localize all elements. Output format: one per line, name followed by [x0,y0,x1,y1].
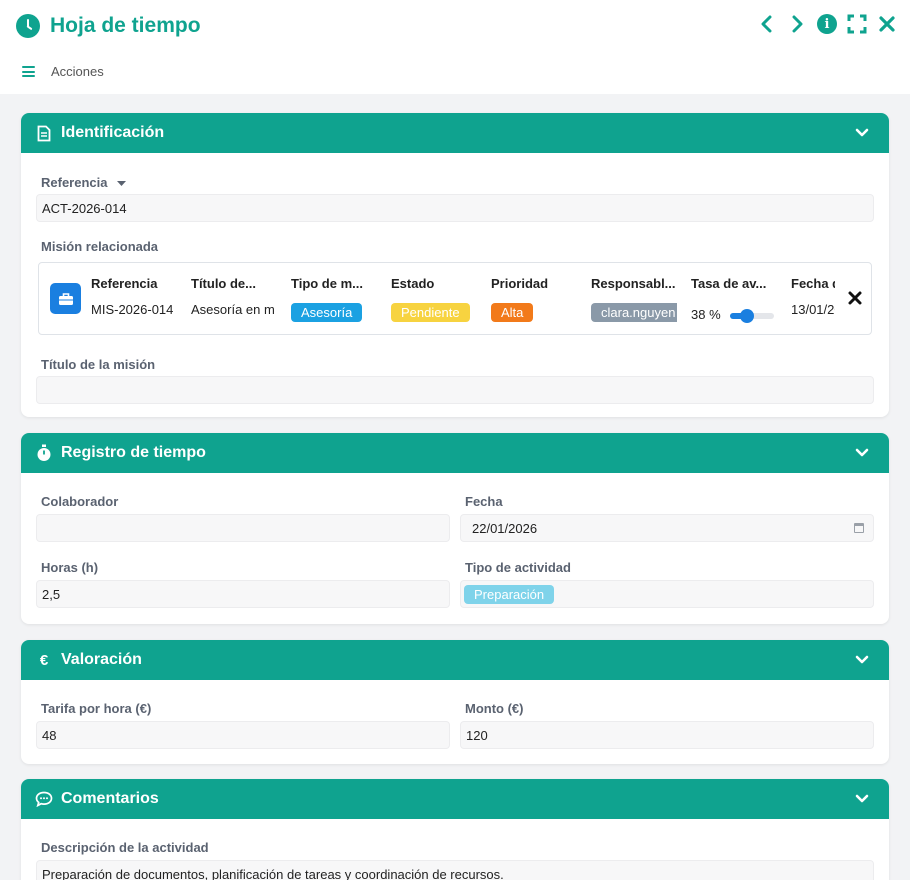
info-icon: i [817,14,837,34]
top-bar: Hoja de tiempo i Acciones [0,0,910,94]
mision-col-fecha: Fecha de inicio 13/01/2026 [791,276,835,317]
prioridad-badge: Alta [491,303,534,322]
colaborador-field[interactable] [36,514,450,542]
section-valoracion: € Valoración Tarifa por hora (€) 48 Mont… [21,640,889,764]
calendar-icon[interactable] [854,523,864,533]
section-title: Registro de tiempo [61,444,206,461]
comment-icon [35,790,53,808]
section-registro: Registro de tiempo Colaborador Fecha 22/… [21,433,889,624]
mision-relacionada-card[interactable]: Referencia MIS-2026-014 Título de... Ase… [38,262,872,335]
section-title: Valoración [61,651,142,668]
chevron-left-icon[interactable] [756,13,778,35]
descripcion-field[interactable]: Preparación de documentos, planificación… [36,860,874,880]
section-header-identificacion[interactable]: Identificación [21,113,889,153]
avance-value: 38 % [691,307,721,322]
document-icon [35,124,53,142]
referencia-label[interactable]: Referencia [41,175,127,190]
chevron-right-icon[interactable] [786,13,808,35]
section-identificacion: Identificación Referencia ACT-2026-014 M… [21,113,889,417]
horas-field[interactable]: 2,5 [36,580,450,608]
tipo-badge: Asesoría [291,303,363,322]
fecha-label: Fecha [465,494,503,509]
mision-col-responsable: Responsabl... clara.nguyen [591,263,677,334]
horas-label: Horas (h) [41,560,99,575]
page-title: Hoja de tiempo [50,14,201,37]
section-header-comentarios[interactable]: Comentarios [21,779,889,819]
estado-badge: Pendiente [391,303,470,322]
mision-col-prioridad: Prioridad Alta [491,276,549,322]
descripcion-label: Descripción de la actividad [41,840,209,855]
menu-icon [22,66,35,77]
briefcase-icon [50,283,81,314]
expand-icon[interactable] [846,13,868,35]
section-title: Comentarios [61,790,159,807]
mision-col-titulo: Título de... Asesoría en m [191,276,275,317]
titulo-mision-field[interactable] [36,376,874,404]
tipo-actividad-label: Tipo de actividad [465,560,571,575]
clock-icon [16,14,40,38]
mision-col-avance: Tasa de av... 38 % [691,263,777,334]
mision-col-estado: Estado Pendiente [391,263,477,334]
actions-menu[interactable]: Acciones [22,64,104,79]
mision-col-tipo: Tipo de m... Asesoría [291,276,363,322]
stopwatch-icon [35,444,53,462]
tipo-actividad-field[interactable]: Preparación [460,580,874,608]
tipo-actividad-badge: Preparación [464,584,555,604]
euro-icon: € [39,651,49,669]
titulo-mision-label: Título de la misión [41,357,156,372]
chevron-down-icon[interactable] [855,126,869,140]
section-header-registro[interactable]: Registro de tiempo [21,433,889,473]
avance-slider[interactable] [730,308,775,323]
fecha-field[interactable]: 22/01/2026 [460,514,874,542]
chevron-down-icon[interactable] [855,446,869,460]
responsable-badge: clara.nguyen [591,303,677,322]
actions-label: Acciones [51,64,104,79]
section-header-valoracion[interactable]: € Valoración [21,640,889,680]
window-controls: i [756,13,898,35]
monto-field[interactable]: 120 [460,721,874,749]
caret-down-icon [117,180,127,186]
monto-label: Monto (€) [465,701,524,716]
remove-mision-icon[interactable] [847,290,863,306]
mision-label: Misión relacionada [41,239,159,254]
tarifa-label: Tarifa por hora (€) [41,701,152,716]
tarifa-field[interactable]: 48 [36,721,450,749]
chevron-down-icon[interactable] [855,792,869,806]
chevron-down-icon[interactable] [855,653,869,667]
mision-col-referencia: Referencia MIS-2026-014 [91,276,174,317]
colaborador-label: Colaborador [41,494,119,509]
title-row: Hoja de tiempo [16,12,201,40]
section-title: Identificación [61,124,165,141]
referencia-field[interactable]: ACT-2026-014 [36,194,874,222]
close-icon[interactable] [876,13,898,35]
info-button[interactable]: i [816,13,838,35]
section-comentarios: Comentarios Descripción de la actividad … [21,779,889,880]
